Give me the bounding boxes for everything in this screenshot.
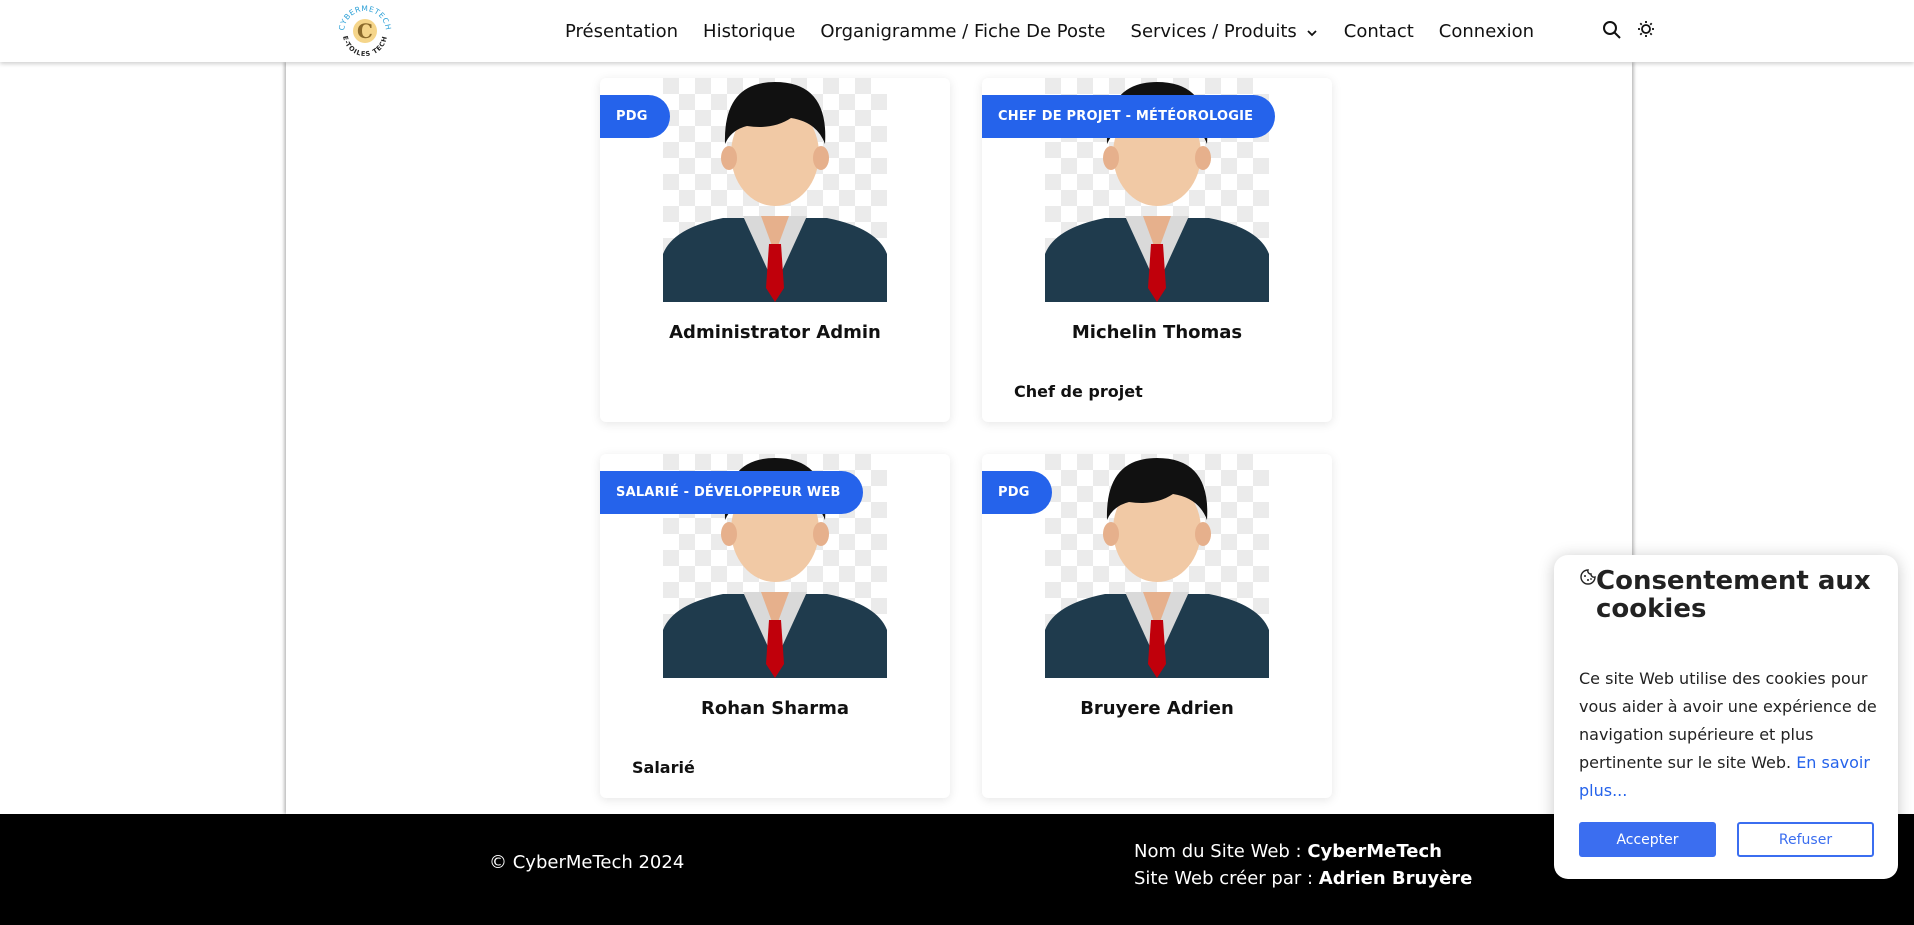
site-logo[interactable]: CYBERMETECH E-TOILES TECH C	[336, 2, 394, 60]
footer-author: Site Web créer par : Adrien Bruyère	[1134, 865, 1472, 892]
footer-site-name-value: CyberMeTech	[1307, 841, 1442, 862]
employee-avatar	[1045, 454, 1269, 678]
employee-name: Bruyere Adrien	[1080, 698, 1234, 719]
nav-label: Services / Produits	[1130, 20, 1297, 42]
employee-card[interactable]: PDG Administrator Admin	[600, 78, 950, 422]
nav-label: Connexion	[1438, 20, 1535, 42]
main-content	[286, 62, 1632, 814]
sun-icon[interactable]	[1634, 18, 1658, 42]
nav-services-dropdown[interactable]: Services / Produits	[1131, 21, 1319, 42]
nav-label: Organigramme / Fiche De Poste	[820, 20, 1106, 42]
search-icon[interactable]	[1600, 18, 1624, 42]
cookie-consent-dialog: Consentement aux cookies Ce site Web uti…	[1554, 555, 1898, 879]
employee-role: Salarié	[632, 758, 695, 777]
footer-credits: Nom du Site Web : CyberMeTech Site Web c…	[1134, 838, 1472, 892]
nav-label: Présentation	[565, 20, 679, 42]
employee-avatar	[663, 78, 887, 302]
role-badge[interactable]: CHEF DE PROJET - MÉTÉOROLOGIE	[982, 95, 1276, 138]
employee-card[interactable]: CHEF DE PROJET - MÉTÉOROLOGIE Michelin T…	[982, 78, 1332, 422]
footer-author-label: Site Web créer par :	[1134, 868, 1319, 889]
employee-name: Administrator Admin	[669, 322, 881, 343]
nav-label: Historique	[703, 20, 796, 42]
cookie-icon	[1579, 568, 1597, 586]
nav-tools	[1600, 18, 1668, 42]
nav-presentation[interactable]: Présentation	[565, 21, 678, 42]
nav-contact[interactable]: Contact	[1344, 21, 1414, 42]
footer-site-name: Nom du Site Web : CyberMeTech	[1134, 838, 1472, 865]
accept-cookies-button[interactable]: Accepter	[1579, 822, 1716, 857]
footer-copyright: © CyberMeTech 2024	[489, 852, 685, 873]
cookie-text: Ce site Web utilise des cookies pour vou…	[1579, 665, 1879, 805]
employee-name: Rohan Sharma	[701, 698, 849, 719]
nav-label: Contact	[1343, 20, 1414, 42]
refuse-cookies-button[interactable]: Refuser	[1737, 822, 1874, 857]
footer-site-name-label: Nom du Site Web :	[1134, 841, 1308, 862]
role-badge[interactable]: SALARIÉ - DÉVELOPPEUR WEB	[600, 471, 863, 514]
nav-organigramme[interactable]: Organigramme / Fiche De Poste	[820, 21, 1105, 42]
top-navbar: CYBERMETECH E-TOILES TECH C Présentation…	[0, 0, 1914, 62]
role-badge[interactable]: PDG	[982, 471, 1052, 514]
chevron-down-icon	[1305, 24, 1319, 38]
svg-text:C: C	[357, 19, 373, 43]
employee-name: Michelin Thomas	[1071, 322, 1243, 343]
employee-card[interactable]: PDG Bruyere Adrien	[982, 454, 1332, 798]
employee-role: Chef de projet	[1014, 382, 1143, 401]
employee-card[interactable]: SALARIÉ - DÉVELOPPEUR WEB Rohan Sharma S…	[600, 454, 950, 798]
cookie-title: Consentement aux cookies	[1596, 566, 1871, 624]
footer-author-value: Adrien Bruyère	[1318, 868, 1473, 889]
nav-historique[interactable]: Historique	[703, 21, 795, 42]
role-badge[interactable]: PDG	[600, 95, 670, 138]
main-menu: Présentation Historique Organigramme / F…	[565, 0, 1559, 62]
nav-connexion[interactable]: Connexion	[1439, 21, 1534, 42]
